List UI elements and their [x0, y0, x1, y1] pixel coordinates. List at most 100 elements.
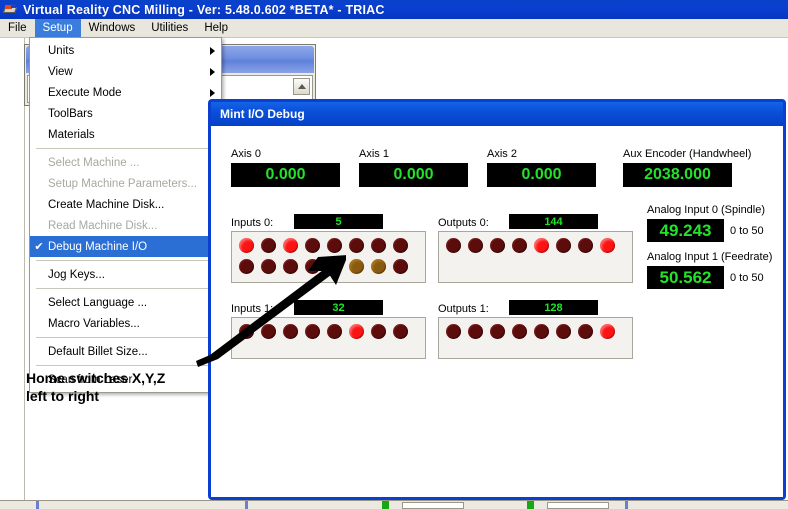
menu-item-default-billet-size[interactable]: Default Billet Size...	[30, 341, 221, 362]
menu-separator	[36, 288, 215, 289]
inputs-0-led-6	[371, 238, 386, 253]
menu-item-label: Select Language ...	[48, 296, 148, 309]
inputs-1-led-panel	[231, 317, 426, 359]
aux-encoder-readout: 2038.000	[623, 163, 732, 187]
submenu-arrow-icon	[210, 46, 215, 55]
outputs-1-led-panel	[438, 317, 633, 359]
outputs-1-value: 128	[509, 300, 598, 315]
inputs-0-led-panel	[231, 231, 426, 283]
inputs-0-label: Inputs 0:	[231, 217, 274, 229]
milling-machine-icon	[2, 3, 19, 17]
inputs-0-led-0	[239, 238, 254, 253]
submenu-arrow-icon	[210, 88, 215, 97]
inputs-0-led-15	[393, 259, 408, 274]
inputs-0-led-13	[349, 259, 364, 274]
inputs-0-led-5	[349, 238, 364, 253]
axis-2-readout: 0.000	[487, 163, 596, 187]
menu-item-macro-variables[interactable]: Macro Variables...	[30, 313, 221, 334]
inputs-0-led-row	[239, 238, 425, 253]
outputs-1-led-1	[468, 324, 483, 339]
dialog-title: Mint I/O Debug	[220, 107, 305, 121]
outputs-0-led-3	[512, 238, 527, 253]
axis-1-label: Axis 1	[359, 148, 389, 160]
mint-io-debug-dialog[interactable]: Mint I/O Debug Axis 0 0.000 Axis 1 0.000…	[208, 99, 786, 500]
menu-item-jog-keys[interactable]: Jog Keys...	[30, 264, 221, 285]
annotation-line-1: Home switches X,Y,Z	[26, 370, 166, 386]
menu-item-debug-machine-i-o[interactable]: ✔ Debug Machine I/O	[30, 236, 221, 257]
inputs-0-value: 5	[294, 214, 383, 229]
outputs-1-led-0	[446, 324, 461, 339]
outputs-0-label: Outputs 0:	[438, 217, 489, 229]
outputs-1-led-7	[600, 324, 615, 339]
outputs-1-led-row	[446, 324, 632, 339]
application-titlebar[interactable]: Virtual Reality CNC Milling - Ver: 5.48.…	[0, 0, 788, 19]
inputs-1-led-5	[349, 324, 364, 339]
menubar-item-setup[interactable]: Setup	[34, 19, 81, 37]
checkmark-icon: ✔	[34, 241, 44, 253]
outputs-0-led-4	[534, 238, 549, 253]
menu-item-setup-machine-parameters: Setup Machine Parameters...	[30, 173, 221, 194]
inputs-0-led-11	[305, 259, 320, 274]
menu-item-label: Jog Keys...	[48, 268, 105, 281]
inputs-1-led-6	[371, 324, 386, 339]
inputs-0-led-8	[239, 259, 254, 274]
menubar-item-label: Help	[204, 22, 228, 34]
menubar-item-utilities[interactable]: Utilities	[143, 19, 196, 37]
menu-item-units[interactable]: Units	[30, 40, 221, 61]
analog-input-1-range: 0 to 50	[730, 272, 764, 284]
menu-item-select-machine: Select Machine ...	[30, 152, 221, 173]
scroll-up-button[interactable]	[293, 78, 310, 95]
menu-item-toolbars[interactable]: ToolBars	[30, 103, 221, 124]
menubar-item-windows[interactable]: Windows	[81, 19, 144, 37]
menu-item-create-machine-disk[interactable]: Create Machine Disk...	[30, 194, 221, 215]
submenu-arrow-icon	[210, 67, 215, 76]
inputs-1-led-3	[305, 324, 320, 339]
inputs-0-led-1	[261, 238, 276, 253]
outputs-1-led-3	[512, 324, 527, 339]
menu-separator	[36, 260, 215, 261]
menubar-item-label: Windows	[88, 22, 136, 34]
annotation-line-2: left to right	[26, 388, 100, 404]
analog-input-0-range: 0 to 50	[730, 225, 764, 237]
outputs-1-led-6	[578, 324, 593, 339]
menubar[interactable]: File Setup Windows Utilities Help	[0, 19, 788, 38]
menu-item-label: Units	[48, 44, 75, 57]
inputs-1-led-4	[327, 324, 342, 339]
menu-item-label: Select Machine ...	[48, 156, 140, 169]
outputs-0-led-5	[556, 238, 571, 253]
menu-item-select-language[interactable]: Select Language ...	[30, 292, 221, 313]
inputs-0-led-3	[305, 238, 320, 253]
menubar-item-file[interactable]: File	[0, 19, 35, 37]
analog-input-0-readout: 49.243	[647, 219, 724, 242]
outputs-0-led-panel	[438, 231, 633, 283]
setup-dropdown-menu[interactable]: Units View Execute Mode ToolBars Materials Se…	[29, 37, 222, 393]
outputs-0-led-6	[578, 238, 593, 253]
inputs-1-value: 32	[294, 300, 383, 315]
annotation-text: Home switches X,Y,Z left to right	[26, 369, 165, 405]
menu-item-read-machine-disk: Read Machine Disk...	[30, 215, 221, 236]
menubar-item-label: Setup	[42, 22, 73, 34]
dialog-titlebar[interactable]: Mint I/O Debug	[211, 102, 783, 126]
menu-item-label: Default Billet Size...	[48, 345, 148, 358]
menubar-item-label: File	[8, 22, 27, 34]
outputs-1-led-2	[490, 324, 505, 339]
inputs-1-led-0	[239, 324, 254, 339]
menu-separator	[36, 148, 215, 149]
menu-separator	[36, 337, 215, 338]
analog-input-1-readout: 50.562	[647, 266, 724, 289]
dialog-body: Axis 0 0.000 Axis 1 0.000 Axis 2 0.000 A…	[211, 126, 783, 497]
outputs-0-led-2	[490, 238, 505, 253]
inputs-0-led-4	[327, 238, 342, 253]
inputs-1-led-2	[283, 324, 298, 339]
menu-item-execute-mode[interactable]: Execute Mode	[30, 82, 221, 103]
menu-item-label: View	[48, 65, 73, 78]
outputs-1-led-5	[556, 324, 571, 339]
inputs-1-label: Inputs 1:	[231, 303, 274, 315]
menu-item-view[interactable]: View	[30, 61, 221, 82]
application-title: Virtual Reality CNC Milling - Ver: 5.48.…	[23, 2, 385, 17]
menubar-item-help[interactable]: Help	[196, 19, 236, 37]
menu-item-materials[interactable]: Materials	[30, 124, 221, 145]
inputs-1-led-1	[261, 324, 276, 339]
axis-0-label: Axis 0	[231, 148, 261, 160]
outputs-1-led-4	[534, 324, 549, 339]
